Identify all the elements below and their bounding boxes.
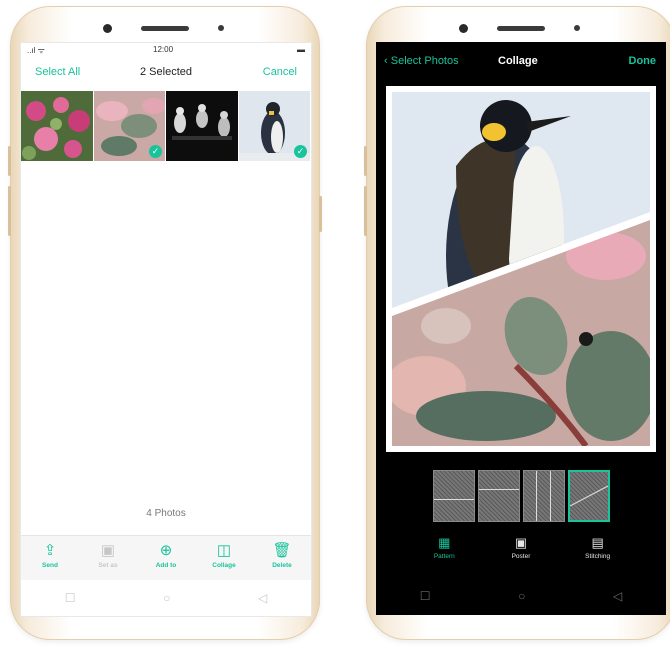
pattern-label: Pattern — [433, 553, 455, 560]
proximity-sensor — [574, 25, 580, 31]
add-to-button[interactable]: ⊕ Add to — [137, 536, 195, 580]
template-option[interactable] — [477, 470, 520, 522]
set-as-icon: ▣ — [100, 542, 116, 559]
stitching-icon: ▤ — [591, 535, 604, 550]
front-camera — [103, 24, 112, 33]
poster-label: Poster — [511, 553, 531, 560]
back-icon[interactable]: ◁ — [613, 589, 622, 603]
speaker-grill — [141, 26, 189, 31]
phone-right: ‹ Select Photos Collage Done ▦ Pattern ▣… — [364, 6, 670, 640]
photo-thumbnail[interactable] — [21, 91, 93, 161]
tab-poster[interactable]: ▣ Poster — [496, 535, 546, 573]
share-icon: ⇪ — [43, 542, 57, 559]
selected-check-icon: ✓ — [149, 145, 162, 158]
diagonal-split-icon — [569, 485, 608, 507]
template-option[interactable] — [432, 470, 475, 522]
poster-icon: ▣ — [514, 535, 528, 550]
volume-button — [8, 186, 11, 236]
volume-button — [364, 146, 367, 176]
photo-thumbnail[interactable]: ✓ — [238, 91, 310, 161]
template-strip — [376, 470, 666, 526]
photo-grid: ✓ ✓ — [21, 91, 311, 161]
selected-check-icon: ✓ — [294, 145, 307, 158]
collage-screen: ‹ Select Photos Collage Done ▦ Pattern ▣… — [376, 42, 666, 615]
pink-flowers-image — [21, 91, 93, 161]
delete-label: Delete — [272, 562, 292, 569]
stitching-label: Stitching — [585, 553, 611, 560]
volume-button — [8, 146, 11, 176]
speaker-grill — [497, 26, 545, 31]
collage-button[interactable]: ◫ Collage — [195, 536, 253, 580]
earpiece — [10, 20, 320, 36]
back-label: Select Photos — [390, 55, 459, 67]
collage-icon: ◫ — [216, 542, 232, 559]
bottom-toolbar: ⇪ Send ▣ Set as ⊕ Add to ◫ Collage 🗑 Del… — [21, 535, 311, 580]
send-label: Send — [42, 562, 58, 569]
collage-label: Collage — [212, 562, 236, 569]
volume-button — [364, 186, 367, 236]
status-bar: ..ıl ᯤ 12:00 ▬ — [21, 43, 311, 57]
add-icon: ⊕ — [159, 542, 173, 559]
recent-apps-icon[interactable]: ☐ — [65, 591, 76, 605]
photos-count: 4 Photos — [146, 508, 186, 519]
collage-canvas — [392, 92, 650, 446]
system-nav-bar: ☐ ○ ◁ — [21, 580, 311, 616]
phone-left: ..ıl ᯤ 12:00 ▬ Select All 2 Selected Can… — [8, 6, 322, 640]
collage-mode-tabs: ▦ Pattern ▣ Poster ▤ Stitching — [376, 535, 666, 573]
set-as-button[interactable]: ▣ Set as — [79, 536, 137, 580]
photo-thumbnail[interactable]: ✓ — [93, 91, 165, 161]
earpiece — [366, 20, 670, 36]
proximity-sensor — [218, 25, 224, 31]
send-button[interactable]: ⇪ Send — [21, 536, 79, 580]
battery-icon: ▬ — [297, 45, 305, 54]
tab-pattern[interactable]: ▦ Pattern — [419, 535, 469, 573]
collage-header: ‹ Select Photos Collage Done — [376, 42, 666, 82]
template-option-selected[interactable] — [567, 470, 610, 522]
set-as-label: Set as — [98, 562, 118, 569]
power-button — [319, 196, 322, 232]
home-icon[interactable]: ○ — [518, 589, 525, 603]
clock: 12:00 — [153, 45, 174, 54]
dark-figures-image — [166, 91, 238, 161]
done-button[interactable]: Done — [629, 55, 657, 67]
home-icon[interactable]: ○ — [163, 591, 170, 605]
recent-apps-icon[interactable]: ☐ — [420, 589, 431, 603]
pattern-icon: ▦ — [438, 535, 451, 550]
delete-button[interactable]: 🗑 Delete — [253, 536, 311, 580]
system-nav-bar: ☐ ○ ◁ — [376, 577, 666, 615]
trash-icon: 🗑 — [272, 542, 292, 559]
collage-preview[interactable] — [386, 86, 656, 452]
back-to-select-button[interactable]: ‹ Select Photos — [384, 55, 459, 67]
gallery-screen: ..ıl ᯤ 12:00 ▬ Select All 2 Selected Can… — [20, 42, 312, 617]
signal-icon: ..ıl ᯤ — [27, 46, 45, 55]
back-icon[interactable]: ◁ — [258, 591, 267, 605]
selection-header: Select All 2 Selected Cancel — [21, 59, 311, 85]
template-option[interactable] — [522, 470, 565, 522]
cancel-button[interactable]: Cancel — [263, 66, 297, 78]
photo-thumbnail[interactable] — [166, 91, 238, 161]
page-title: Collage — [498, 55, 538, 67]
chevron-left-icon: ‹ — [384, 55, 388, 67]
tab-stitching[interactable]: ▤ Stitching — [573, 535, 623, 573]
front-camera — [459, 24, 468, 33]
add-to-label: Add to — [155, 562, 177, 569]
